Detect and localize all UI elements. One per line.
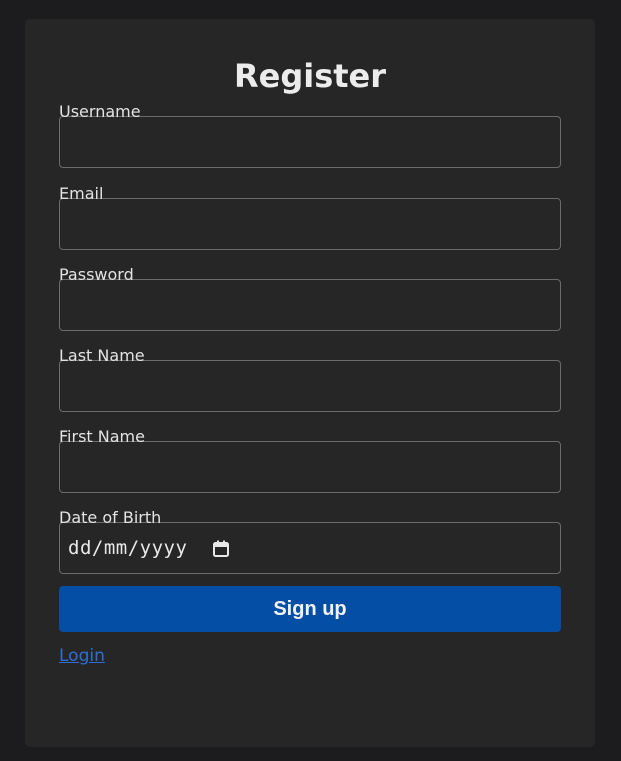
calendar-icon[interactable] bbox=[213, 540, 230, 557]
sign-up-button[interactable]: Sign up bbox=[59, 586, 561, 632]
login-link[interactable]: Login bbox=[59, 646, 105, 666]
date-of-birth-input[interactable]: dd/mm/yyyy bbox=[59, 522, 561, 574]
first-name-input[interactable] bbox=[59, 441, 561, 493]
password-field-group: Password bbox=[59, 265, 561, 331]
first-name-field-group: First Name bbox=[59, 427, 561, 493]
date-of-birth-field-group: Date of Birth dd/mm/yyyy bbox=[59, 508, 561, 574]
username-input[interactable] bbox=[59, 116, 561, 168]
username-field-group: Username bbox=[59, 102, 561, 168]
email-input[interactable] bbox=[59, 198, 561, 250]
date-of-birth-placeholder[interactable]: dd/mm/yyyy bbox=[68, 537, 187, 559]
last-name-field-group: Last Name bbox=[59, 346, 561, 412]
email-field-group: Email bbox=[59, 184, 561, 250]
page-title: Register bbox=[233, 57, 387, 95]
register-card: Register Username Email Password Last Na… bbox=[25, 19, 595, 747]
last-name-input[interactable] bbox=[59, 360, 561, 412]
password-input[interactable] bbox=[59, 279, 561, 331]
